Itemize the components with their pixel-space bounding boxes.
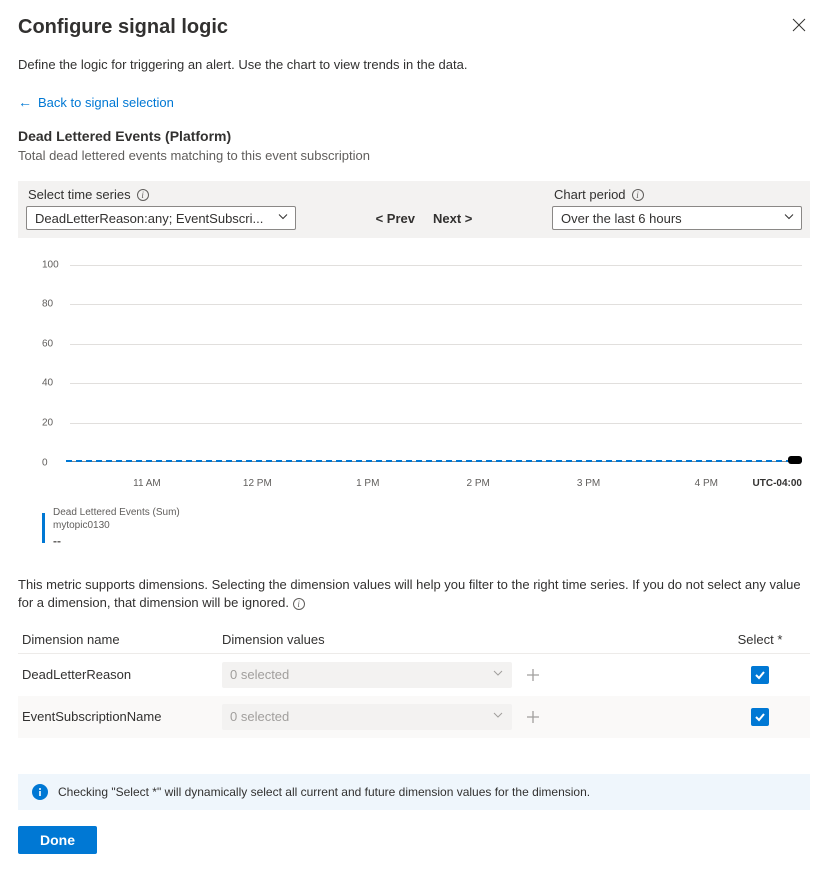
chevron-down-icon: [277, 211, 289, 226]
time-series-value: DeadLetterReason:any; EventSubscri...: [35, 211, 263, 226]
plus-icon: [526, 668, 540, 682]
chevron-down-icon: [783, 211, 795, 226]
table-row: DeadLetterReason 0 selected: [18, 653, 810, 696]
info-icon[interactable]: i: [632, 189, 644, 201]
y-tick-label: 100: [42, 259, 59, 270]
signal-description: Total dead lettered events matching to t…: [18, 148, 810, 163]
x-tick-label: 12 PM: [243, 478, 272, 489]
controls-bar: Select time series i DeadLetterReason:an…: [18, 181, 810, 238]
legend-resource: mytopic0130: [53, 519, 180, 532]
dimension-values-dropdown[interactable]: 0 selected: [222, 662, 512, 688]
y-tick-label: 80: [42, 299, 53, 310]
chart-period-label-text: Chart period: [554, 187, 626, 202]
chevron-down-icon: [492, 709, 504, 724]
dimension-name: DeadLetterReason: [18, 653, 218, 696]
add-dimension-value-button[interactable]: [520, 662, 546, 688]
check-icon: [754, 711, 766, 723]
close-button[interactable]: [788, 16, 810, 39]
legend-value: --: [53, 534, 180, 550]
back-link[interactable]: ← Back to signal selection: [18, 94, 174, 110]
signal-name: Dead Lettered Events (Platform): [18, 128, 810, 144]
dimensions-intro: This metric supports dimensions. Selecti…: [18, 576, 810, 612]
column-header-name: Dimension name: [18, 626, 218, 654]
prev-button[interactable]: < Prev: [376, 211, 415, 226]
dimensions-table: Dimension name Dimension values Select *…: [18, 626, 810, 738]
select-all-checkbox[interactable]: [751, 708, 769, 726]
info-callout: Checking "Select *" will dynamically sel…: [18, 774, 810, 810]
dimension-name: EventSubscriptionName: [18, 696, 218, 738]
chart-current-marker: [788, 456, 802, 464]
chart-series-line: [66, 460, 802, 462]
plus-icon: [526, 710, 540, 724]
chart-plot: 100 80 60 40 20 0: [42, 258, 802, 478]
x-tick-label: 1 PM: [356, 478, 379, 489]
back-link-label: Back to signal selection: [38, 95, 174, 110]
chart-legend: Dead Lettered Events (Sum) mytopic0130 -…: [42, 506, 810, 550]
dimension-values-display: 0 selected: [230, 667, 289, 682]
table-row: EventSubscriptionName 0 selected: [18, 696, 810, 738]
page-subtitle: Define the logic for triggering an alert…: [18, 57, 810, 72]
chevron-down-icon: [492, 667, 504, 682]
time-series-label: Select time series i: [26, 187, 296, 202]
y-tick-label: 20: [42, 418, 53, 429]
column-header-values: Dimension values: [218, 626, 710, 654]
add-dimension-value-button[interactable]: [520, 704, 546, 730]
arrow-left-icon: ←: [18, 94, 32, 110]
select-all-checkbox[interactable]: [751, 666, 769, 684]
y-tick-label: 40: [42, 378, 53, 389]
info-icon[interactable]: i: [137, 189, 149, 201]
x-tick-label: 3 PM: [577, 478, 600, 489]
x-tick-label: 11 AM: [133, 478, 161, 489]
dimension-values-display: 0 selected: [230, 709, 289, 724]
y-tick-label: 60: [42, 338, 53, 349]
info-icon: [32, 784, 48, 800]
x-tick-label: 2 PM: [466, 478, 489, 489]
x-tick-label: 4 PM: [695, 478, 718, 489]
chart: 100 80 60 40 20 0 11 AM 12 PM 1 PM 2 PM …: [18, 238, 810, 560]
dimensions-intro-text: This metric supports dimensions. Selecti…: [18, 577, 801, 610]
column-header-select: Select *: [710, 626, 810, 654]
next-button[interactable]: Next >: [433, 211, 472, 226]
page-title: Configure signal logic: [18, 16, 228, 39]
close-icon: [792, 18, 806, 32]
chart-period-value: Over the last 6 hours: [561, 211, 682, 226]
info-callout-text: Checking "Select *" will dynamically sel…: [58, 785, 590, 799]
done-button[interactable]: Done: [18, 826, 97, 854]
check-icon: [754, 669, 766, 681]
time-series-dropdown[interactable]: DeadLetterReason:any; EventSubscri...: [26, 206, 296, 230]
dimension-values-dropdown[interactable]: 0 selected: [222, 704, 512, 730]
info-icon[interactable]: i: [293, 598, 305, 610]
chart-period-dropdown[interactable]: Over the last 6 hours: [552, 206, 802, 230]
timezone-label: UTC-04:00: [753, 478, 802, 489]
legend-series-name: Dead Lettered Events (Sum): [53, 506, 180, 519]
y-tick-label: 0: [42, 457, 48, 468]
time-series-label-text: Select time series: [28, 187, 131, 202]
chart-period-label: Chart period i: [552, 187, 802, 202]
legend-color-swatch: [42, 513, 45, 543]
